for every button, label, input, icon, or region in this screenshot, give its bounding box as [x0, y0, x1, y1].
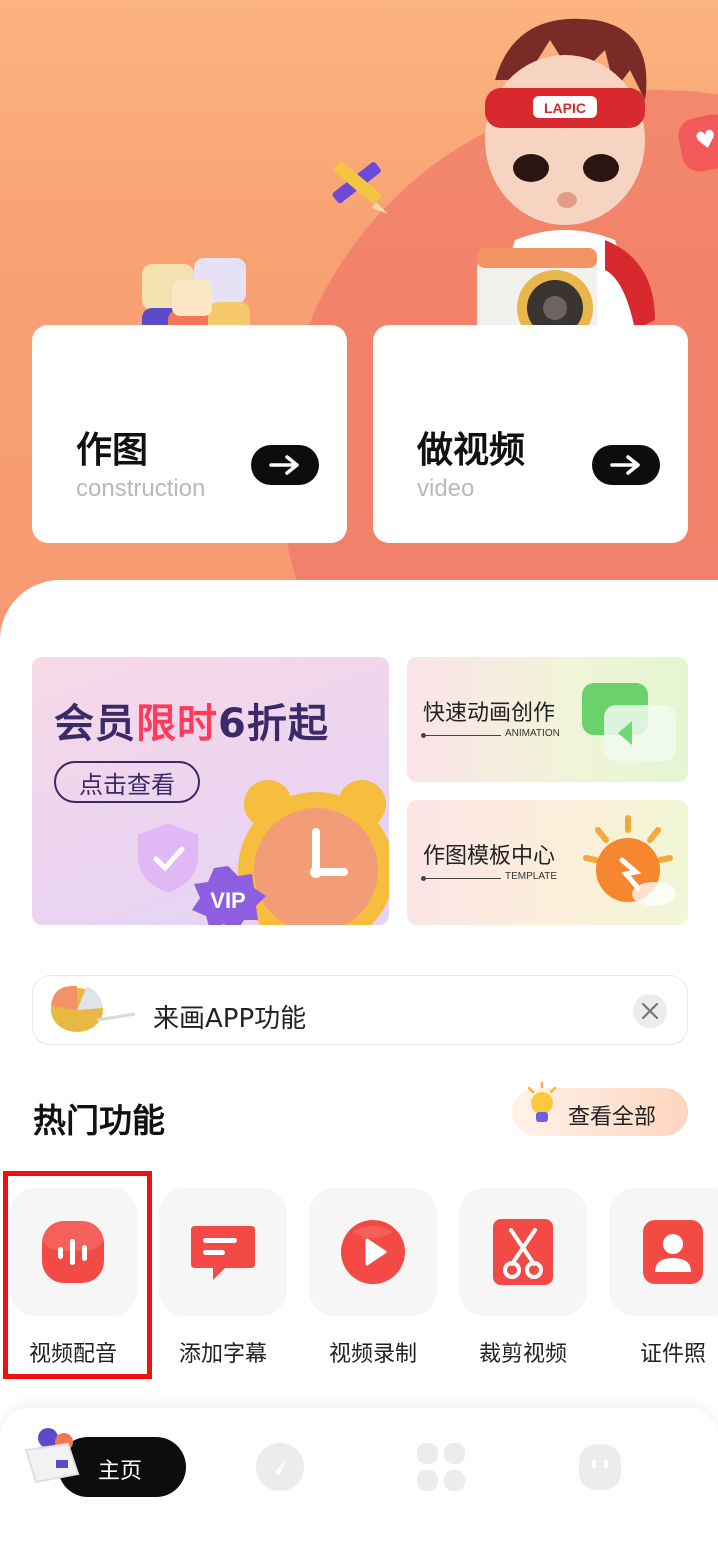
feature-crop-video[interactable]: 裁剪视频 [459, 1188, 587, 1368]
pie-chart-icon [51, 985, 136, 1032]
hero-banner: LAPIC 作图 construction 做视频 video [0, 0, 718, 640]
promo-title-part-a: 会员 [54, 701, 136, 747]
vip-promo-title: 会员限时6折起 [54, 691, 329, 749]
make-video-title: 做视频 [417, 430, 526, 471]
create-image-title: 作图 [76, 430, 149, 471]
bottom-navigation: 主页 [0, 1408, 718, 1548]
feature-label: 裁剪视频 [478, 1342, 567, 1367]
subtitle-icon [191, 1226, 255, 1280]
close-notice-button[interactable] [633, 994, 667, 1028]
promo-divider [421, 876, 501, 881]
feature-id-photo[interactable]: 证件照 [609, 1188, 718, 1368]
compass-icon[interactable] [255, 1442, 305, 1492]
lightbulb-icon [527, 1082, 557, 1122]
hot-functions-title: 热门功能 [33, 1101, 165, 1140]
play-record-icon [341, 1220, 405, 1284]
template-promo-title: 作图模板中心 [423, 844, 556, 869]
animation-promo-card[interactable]: 快速动画创作 ANIMATION [407, 657, 688, 782]
home-box-icon [24, 1428, 80, 1484]
template-promo-card[interactable]: 作图模板中心 TEMPLATE [407, 800, 688, 925]
feature-tile[interactable] [159, 1188, 287, 1316]
feature-label: 证件照 [639, 1342, 706, 1367]
make-video-arrow-button[interactable] [592, 445, 660, 485]
create-image-card[interactable]: 作图 construction [32, 325, 347, 543]
view-promo-button[interactable]: 点击查看 [54, 761, 200, 803]
create-image-subtitle: construction [76, 475, 206, 502]
id-photo-icon [643, 1220, 703, 1284]
view-all-label: 查看全部 [568, 1105, 657, 1130]
create-image-arrow-button[interactable] [251, 445, 319, 485]
promo-title-part-b: 6折起 [218, 701, 329, 747]
notice-text: 来画APP功能 [153, 1004, 307, 1034]
make-video-card[interactable]: 做视频 video [373, 325, 688, 543]
feature-tile[interactable] [609, 1188, 718, 1316]
profile-icon[interactable] [575, 1442, 625, 1492]
feature-video-recording[interactable]: 视频录制 [309, 1188, 437, 1368]
animation-promo-title: 快速动画创作 [423, 701, 556, 726]
scissors-icon [493, 1219, 553, 1285]
vip-badge-label: VIP [210, 888, 245, 913]
vip-badge-icon: VIP [192, 866, 266, 925]
make-video-subtitle: video [417, 475, 475, 502]
arrow-right-icon [610, 455, 640, 475]
promo-title-highlight: 限时 [136, 701, 218, 747]
feature-tile[interactable] [459, 1188, 587, 1316]
close-icon [641, 1002, 659, 1020]
animation-chat-icon [582, 683, 676, 761]
animation-promo-subtitle: ANIMATION [505, 728, 560, 739]
selection-highlight-box [3, 1171, 152, 1379]
pencil-ruler-icon [332, 161, 388, 214]
arrow-right-icon [269, 455, 299, 475]
vip-promo-banner[interactable]: 会员限时6折起 点击查看 VIP [32, 657, 389, 925]
nav-home-label: 主页 [98, 1459, 143, 1484]
feature-label: 视频录制 [328, 1342, 417, 1367]
feature-label: 添加字幕 [178, 1342, 267, 1367]
feature-notice-bar[interactable]: 来画APP功能 [32, 975, 688, 1045]
svg-text:LAPIC: LAPIC [544, 100, 586, 116]
template-promo-subtitle: TEMPLATE [505, 871, 558, 882]
sun-template-icon [583, 815, 676, 906]
view-all-button[interactable]: 查看全部 [512, 1082, 688, 1136]
promo-divider [421, 733, 501, 738]
feature-add-subtitles[interactable]: 添加字幕 [159, 1188, 287, 1368]
apps-grid-icon[interactable] [416, 1442, 466, 1492]
feature-tile[interactable] [309, 1188, 437, 1316]
